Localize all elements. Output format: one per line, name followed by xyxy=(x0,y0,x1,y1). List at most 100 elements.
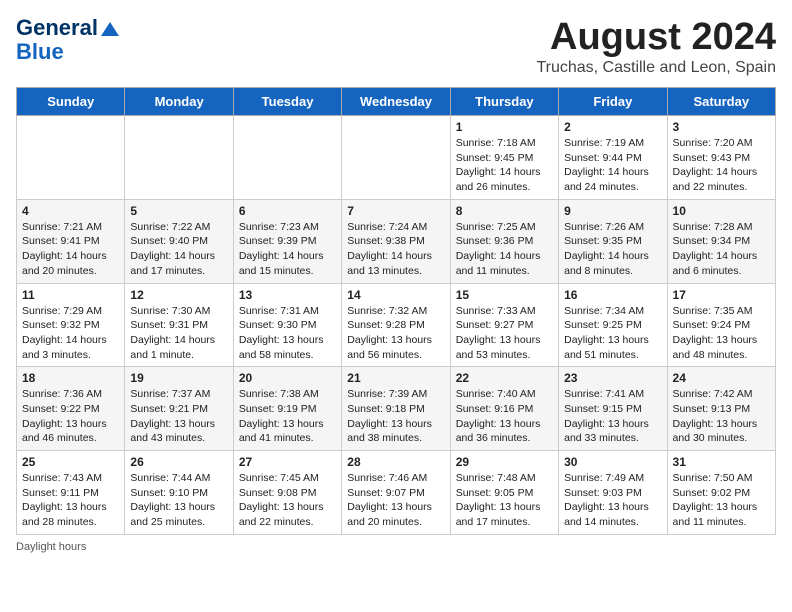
day-number: 23 xyxy=(564,371,661,385)
cell-content: Sunrise: 7:38 AMSunset: 9:19 PMDaylight:… xyxy=(239,388,324,444)
logo-blue: Blue xyxy=(16,40,64,64)
day-number: 17 xyxy=(673,288,770,302)
cell-content: Sunrise: 7:35 AMSunset: 9:24 PMDaylight:… xyxy=(673,305,758,361)
calendar-cell xyxy=(17,116,125,200)
cell-content: Sunrise: 7:36 AMSunset: 9:22 PMDaylight:… xyxy=(22,388,107,444)
calendar-cell: 1 Sunrise: 7:18 AMSunset: 9:45 PMDaylight… xyxy=(450,116,558,200)
cell-content: Sunrise: 7:44 AMSunset: 9:10 PMDaylight:… xyxy=(130,472,215,528)
cell-content: Sunrise: 7:46 AMSunset: 9:07 PMDaylight:… xyxy=(347,472,432,528)
day-number: 24 xyxy=(673,371,770,385)
calendar-cell: 6Sunrise: 7:23 AMSunset: 9:39 PMDaylight… xyxy=(233,199,341,283)
footer-note: Daylight hours xyxy=(16,541,776,553)
day-number: 14 xyxy=(347,288,444,302)
day-number: 30 xyxy=(564,455,661,469)
calendar-cell: 23 Sunrise: 7:41 AMSunset: 9:15 PMDayligh… xyxy=(559,367,667,451)
cell-content: Sunrise: 7:48 AMSunset: 9:05 PMDaylight:… xyxy=(456,472,541,528)
calendar-cell: 14 Sunrise: 7:32 AMSunset: 9:28 PMDayligh… xyxy=(342,283,450,367)
cell-content: Sunrise: 7:29 AMSunset: 9:32 PMDaylight:… xyxy=(22,305,107,361)
cell-content: Sunrise: 7:32 AMSunset: 9:28 PMDaylight:… xyxy=(347,305,432,361)
calendar-cell: 29Sunrise: 7:48 AMSunset: 9:05 PMDayligh… xyxy=(450,451,558,535)
day-number: 6 xyxy=(239,204,336,218)
day-of-week-header: Thursday xyxy=(450,88,558,116)
day-of-week-header: Tuesday xyxy=(233,88,341,116)
calendar-cell: 11 Sunrise: 7:29 AMSunset: 9:32 PMDayligh… xyxy=(17,283,125,367)
day-number: 8 xyxy=(456,204,553,218)
cell-content: Sunrise: 7:22 AMSunset: 9:40 PMDaylight:… xyxy=(130,221,215,277)
day-number: 9 xyxy=(564,204,661,218)
cell-content: Sunrise: 7:34 AMSunset: 9:25 PMDaylight:… xyxy=(564,305,649,361)
day-number: 12 xyxy=(130,288,227,302)
day-number: 1 xyxy=(456,120,553,134)
cell-content: Sunrise: 7:24 AMSunset: 9:38 PMDaylight:… xyxy=(347,221,432,277)
cell-content: Sunrise: 7:41 AMSunset: 9:15 PMDaylight:… xyxy=(564,388,649,444)
calendar-cell: 20 Sunrise: 7:38 AMSunset: 9:19 PMDayligh… xyxy=(233,367,341,451)
day-number: 31 xyxy=(673,455,770,469)
day-number: 21 xyxy=(347,371,444,385)
calendar-cell: 21 Sunrise: 7:39 AMSunset: 9:18 PMDayligh… xyxy=(342,367,450,451)
cell-content: Sunrise: 7:18 AMSunset: 9:45 PMDaylight:… xyxy=(456,137,541,193)
calendar-cell xyxy=(342,116,450,200)
calendar-cell: 5 Sunrise: 7:22 AMSunset: 9:40 PMDaylight… xyxy=(125,199,233,283)
header: General Blue August 2024 Truchas, Castil… xyxy=(16,16,776,77)
cell-content: Sunrise: 7:40 AMSunset: 9:16 PMDaylight:… xyxy=(456,388,541,444)
day-number: 16 xyxy=(564,288,661,302)
day-number: 13 xyxy=(239,288,336,302)
cell-content: Sunrise: 7:37 AMSunset: 9:21 PMDaylight:… xyxy=(130,388,215,444)
calendar-cell xyxy=(125,116,233,200)
calendar-cell: 27 Sunrise: 7:45 AMSunset: 9:08 PMDayligh… xyxy=(233,451,341,535)
calendar-cell: 16 Sunrise: 7:34 AMSunset: 9:25 PMDayligh… xyxy=(559,283,667,367)
day-number: 22 xyxy=(456,371,553,385)
calendar-cell: 9Sunrise: 7:26 AMSunset: 9:35 PMDaylight… xyxy=(559,199,667,283)
cell-content: Sunrise: 7:19 AMSunset: 9:44 PMDaylight:… xyxy=(564,137,649,193)
cell-content: Sunrise: 7:45 AMSunset: 9:08 PMDaylight:… xyxy=(239,472,324,528)
cell-content: Sunrise: 7:25 AMSunset: 9:36 PMDaylight:… xyxy=(456,221,541,277)
calendar-cell: 24 Sunrise: 7:42 AMSunset: 9:13 PMDayligh… xyxy=(667,367,775,451)
cell-content: Sunrise: 7:39 AMSunset: 9:18 PMDaylight:… xyxy=(347,388,432,444)
calendar-table: SundayMondayTuesdayWednesdayThursdayFrid… xyxy=(16,87,776,535)
calendar-cell: 8 Sunrise: 7:25 AMSunset: 9:36 PMDaylight… xyxy=(450,199,558,283)
calendar-cell: 18 Sunrise: 7:36 AMSunset: 9:22 PMDayligh… xyxy=(17,367,125,451)
cell-content: Sunrise: 7:49 AMSunset: 9:03 PMDaylight:… xyxy=(564,472,649,528)
day-number: 10 xyxy=(673,204,770,218)
calendar-cell xyxy=(233,116,341,200)
calendar-cell: 12 Sunrise: 7:30 AMSunset: 9:31 PMDayligh… xyxy=(125,283,233,367)
calendar-cell: 26 Sunrise: 7:44 AMSunset: 9:10 PMDayligh… xyxy=(125,451,233,535)
day-number: 18 xyxy=(22,371,119,385)
calendar-cell: 19 Sunrise: 7:37 AMSunset: 9:21 PMDayligh… xyxy=(125,367,233,451)
day-number: 5 xyxy=(130,204,227,218)
cell-content: Sunrise: 7:42 AMSunset: 9:13 PMDaylight:… xyxy=(673,388,758,444)
main-title: August 2024 xyxy=(536,16,776,59)
calendar-cell: 15 Sunrise: 7:33 AMSunset: 9:27 PMDayligh… xyxy=(450,283,558,367)
day-number: 2 xyxy=(564,120,661,134)
calendar-cell: 17 Sunrise: 7:35 AMSunset: 9:24 PMDayligh… xyxy=(667,283,775,367)
cell-content: Sunrise: 7:20 AMSunset: 9:43 PMDaylight:… xyxy=(673,137,758,193)
calendar-cell: 25 Sunrise: 7:43 AMSunset: 9:11 PMDayligh… xyxy=(17,451,125,535)
day-of-week-header: Sunday xyxy=(17,88,125,116)
cell-content: Sunrise: 7:28 AMSunset: 9:34 PMDaylight:… xyxy=(673,221,758,277)
calendar-cell: 28 Sunrise: 7:46 AMSunset: 9:07 PMDayligh… xyxy=(342,451,450,535)
day-of-week-header: Saturday xyxy=(667,88,775,116)
calendar-cell: 13Sunrise: 7:31 AMSunset: 9:30 PMDayligh… xyxy=(233,283,341,367)
day-number: 11 xyxy=(22,288,119,302)
cell-content: Sunrise: 7:43 AMSunset: 9:11 PMDaylight:… xyxy=(22,472,107,528)
cell-content: Sunrise: 7:30 AMSunset: 9:31 PMDaylight:… xyxy=(130,305,215,361)
day-of-week-header: Friday xyxy=(559,88,667,116)
day-number: 26 xyxy=(130,455,227,469)
title-area: August 2024 Truchas, Castille and Leon, … xyxy=(536,16,776,77)
day-number: 27 xyxy=(239,455,336,469)
logo-text: General xyxy=(16,16,119,40)
day-number: 19 xyxy=(130,371,227,385)
calendar-cell: 22 Sunrise: 7:40 AMSunset: 9:16 PMDayligh… xyxy=(450,367,558,451)
logo: General Blue xyxy=(16,16,119,64)
calendar-cell: 10 Sunrise: 7:28 AMSunset: 9:34 PMDayligh… xyxy=(667,199,775,283)
subtitle: Truchas, Castille and Leon, Spain xyxy=(536,59,776,77)
calendar-cell: 30 Sunrise: 7:49 AMSunset: 9:03 PMDayligh… xyxy=(559,451,667,535)
cell-content: Sunrise: 7:33 AMSunset: 9:27 PMDaylight:… xyxy=(456,305,541,361)
day-number: 20 xyxy=(239,371,336,385)
day-number: 15 xyxy=(456,288,553,302)
day-number: 28 xyxy=(347,455,444,469)
calendar-cell: 2 Sunrise: 7:19 AMSunset: 9:44 PMDaylight… xyxy=(559,116,667,200)
day-number: 25 xyxy=(22,455,119,469)
cell-content: Sunrise: 7:21 AMSunset: 9:41 PMDaylight:… xyxy=(22,221,107,277)
day-of-week-header: Wednesday xyxy=(342,88,450,116)
